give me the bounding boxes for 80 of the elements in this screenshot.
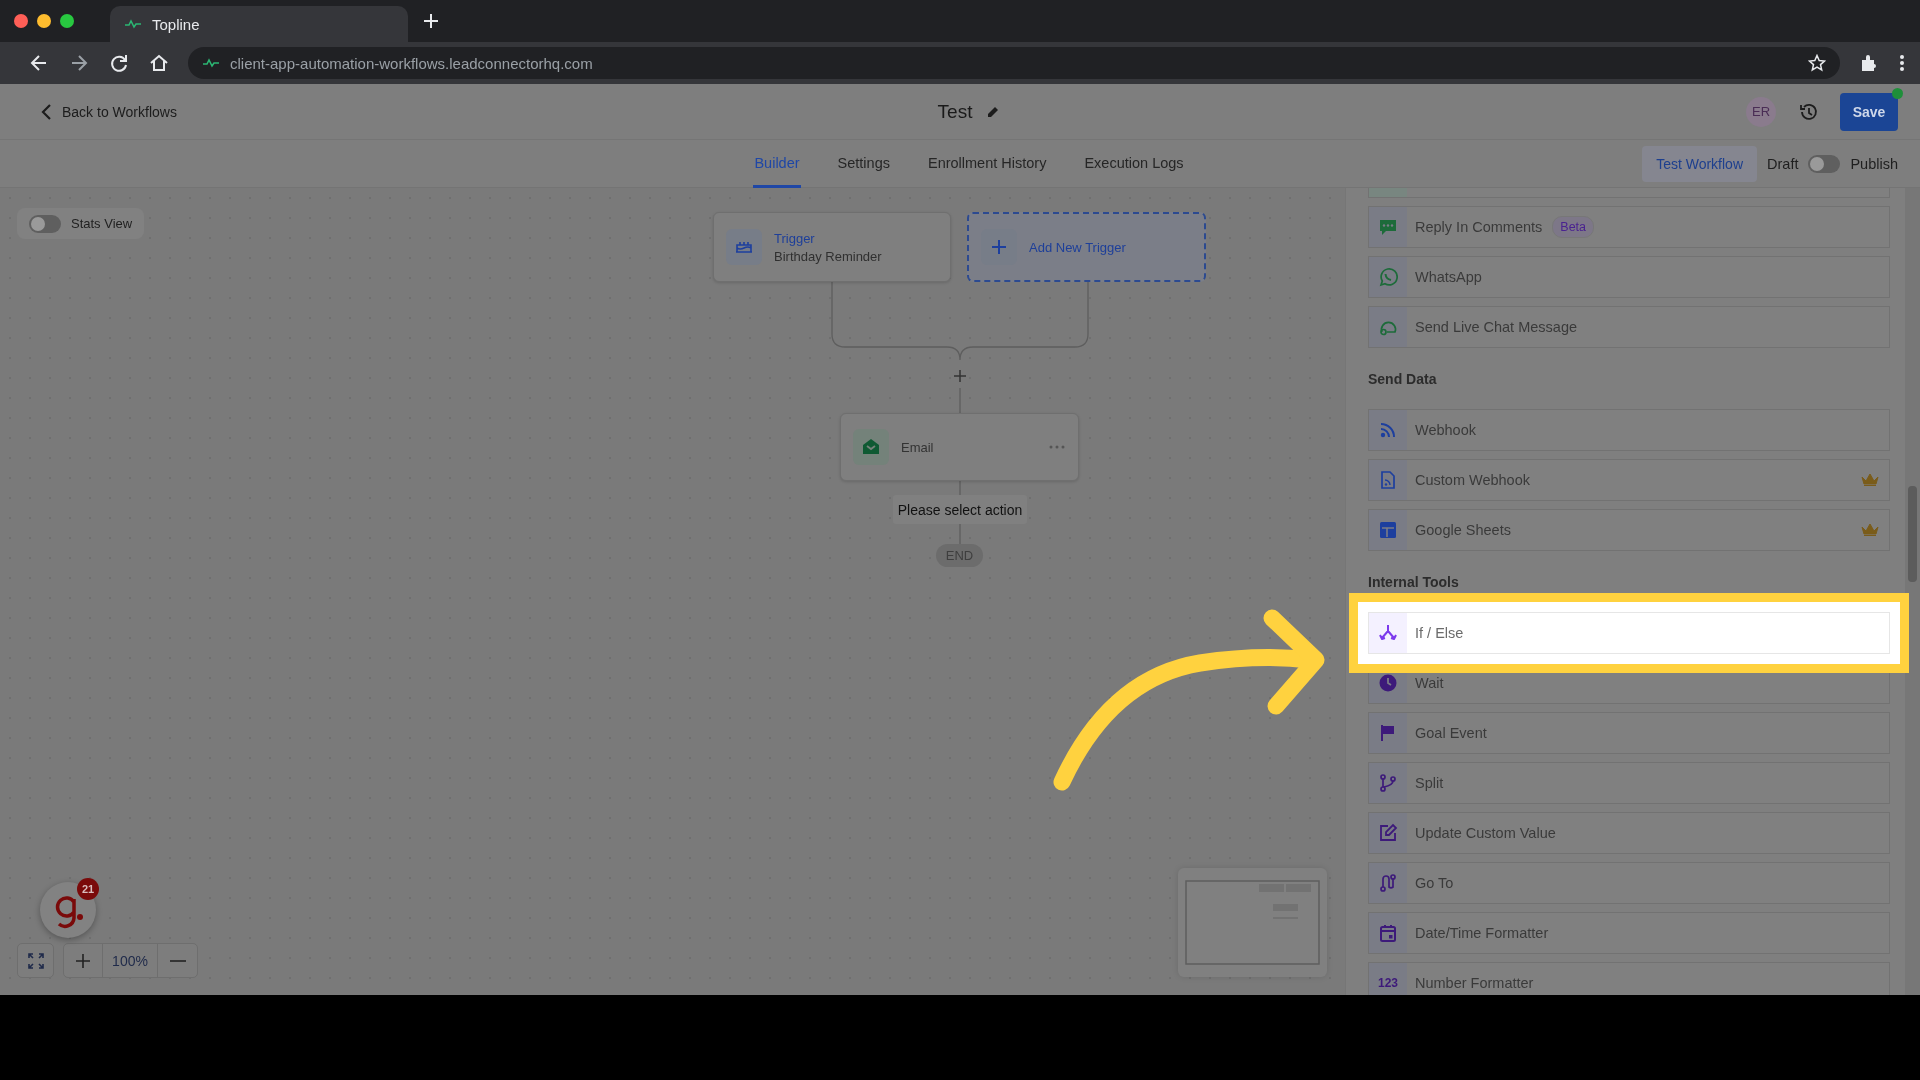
tab-title: Topline bbox=[152, 15, 200, 33]
action-item[interactable]: Split bbox=[1368, 762, 1890, 804]
envelope-icon bbox=[861, 437, 881, 457]
user-avatar[interactable]: ER bbox=[1746, 96, 1776, 127]
trigger-card[interactable]: Trigger Birthday Reminder bbox=[713, 212, 951, 282]
action-label: Reply In Comments bbox=[1415, 219, 1543, 235]
scrollbar[interactable] bbox=[1905, 188, 1920, 995]
test-workflow-button[interactable]: Test Workflow bbox=[1642, 145, 1757, 182]
notification-badge: 21 bbox=[77, 878, 99, 900]
workflow-title: Test bbox=[937, 100, 973, 123]
minus-icon bbox=[169, 959, 186, 962]
bookmark-star-icon[interactable] bbox=[1808, 54, 1826, 72]
action-item[interactable]: Update Custom Value bbox=[1368, 812, 1890, 854]
action-item[interactable]: Send Live Chat Message bbox=[1368, 306, 1890, 348]
zoom-level: 100% bbox=[102, 944, 157, 977]
beta-badge: Beta bbox=[1552, 216, 1595, 238]
add-step-icon[interactable] bbox=[953, 369, 967, 383]
action-label: Number Formatter bbox=[1415, 975, 1534, 991]
home-icon[interactable] bbox=[148, 52, 170, 74]
action-item[interactable]: WhatsApp bbox=[1368, 256, 1890, 298]
trigger-title: Trigger bbox=[774, 230, 816, 246]
menu-icon[interactable] bbox=[1898, 52, 1906, 74]
action-label: If / Else bbox=[1415, 625, 1464, 641]
action-label: Email bbox=[901, 439, 935, 455]
action-label: Google Sheets bbox=[1415, 522, 1511, 538]
section-heading: Internal Tools bbox=[1368, 572, 1460, 592]
cake-icon bbox=[735, 241, 753, 253]
history-icon[interactable] bbox=[1798, 101, 1818, 122]
window-control[interactable] bbox=[60, 14, 74, 28]
browser-tab[interactable]: Topline bbox=[110, 6, 408, 42]
draft-label: Draft bbox=[1767, 155, 1799, 172]
tab[interactable]: Settings bbox=[836, 140, 891, 188]
chevron-left-icon bbox=[40, 102, 52, 121]
action-label: Goal Event bbox=[1415, 725, 1487, 741]
action-label: Update Custom Value bbox=[1415, 825, 1556, 841]
fit-screen-button[interactable] bbox=[17, 943, 54, 978]
action-label: Split bbox=[1415, 775, 1444, 791]
address-bar[interactable]: client-app-automation-workflows.leadconnectorhq.com bbox=[188, 47, 1840, 79]
tab[interactable]: Enrollment History bbox=[926, 140, 1048, 188]
assistant-bubble[interactable] bbox=[40, 882, 96, 938]
action-item[interactable]: 123 Number Formatter bbox=[1368, 962, 1890, 995]
stats-view-label: Stats View bbox=[71, 216, 133, 231]
url-text: client-app-automation-workflows.leadconnectorhq.com bbox=[230, 54, 594, 72]
stats-view-toggle[interactable] bbox=[29, 214, 61, 233]
publish-label: Publish bbox=[1850, 155, 1898, 172]
save-button[interactable]: Save bbox=[1840, 92, 1898, 131]
action-card[interactable]: Email bbox=[840, 413, 1079, 481]
plus-icon bbox=[991, 239, 1007, 255]
reload-icon[interactable] bbox=[108, 52, 130, 74]
section-heading: Send Data bbox=[1368, 369, 1438, 389]
action-item[interactable]: Google Sheets bbox=[1368, 509, 1890, 551]
add-trigger-label: Add New Trigger bbox=[1029, 239, 1126, 255]
action-item[interactable]: Goal Event bbox=[1368, 712, 1890, 754]
action-label: WhatsApp bbox=[1415, 269, 1482, 285]
action-item[interactable]: Webhook bbox=[1368, 409, 1890, 451]
site-icon bbox=[202, 58, 220, 68]
plus-icon bbox=[75, 952, 91, 969]
tab[interactable]: Execution Logs bbox=[1083, 140, 1185, 188]
action-label: Send Live Chat Message bbox=[1415, 319, 1577, 335]
expand-icon bbox=[26, 951, 45, 970]
site-icon bbox=[124, 19, 142, 29]
action-label: Webhook bbox=[1415, 422, 1476, 438]
action-label: Go To bbox=[1415, 875, 1454, 891]
window-control[interactable] bbox=[37, 14, 51, 28]
action-label: Wait bbox=[1415, 675, 1444, 691]
back-link[interactable]: Back to Workflows bbox=[40, 102, 177, 121]
window-control[interactable] bbox=[14, 14, 28, 28]
pencil-icon[interactable] bbox=[986, 104, 1001, 119]
trigger-name: Birthday Reminder bbox=[774, 248, 882, 264]
action-label: Date/Time Formatter bbox=[1415, 925, 1549, 941]
action-item[interactable]: Reply In Comments Beta bbox=[1368, 206, 1890, 248]
publish-toggle[interactable] bbox=[1808, 154, 1841, 173]
action-item[interactable]: Go To bbox=[1368, 862, 1890, 904]
action-item[interactable]: Date/Time Formatter bbox=[1368, 912, 1890, 954]
action-item[interactable]: Custom Webhook bbox=[1368, 459, 1890, 501]
action-label: Custom Webhook bbox=[1415, 472, 1530, 488]
hint-tooltip: Please select action bbox=[893, 495, 1027, 524]
number-icon: 123 bbox=[1378, 976, 1398, 990]
status-dot bbox=[1892, 87, 1903, 99]
add-trigger-card[interactable]: Add New Trigger bbox=[967, 212, 1206, 282]
